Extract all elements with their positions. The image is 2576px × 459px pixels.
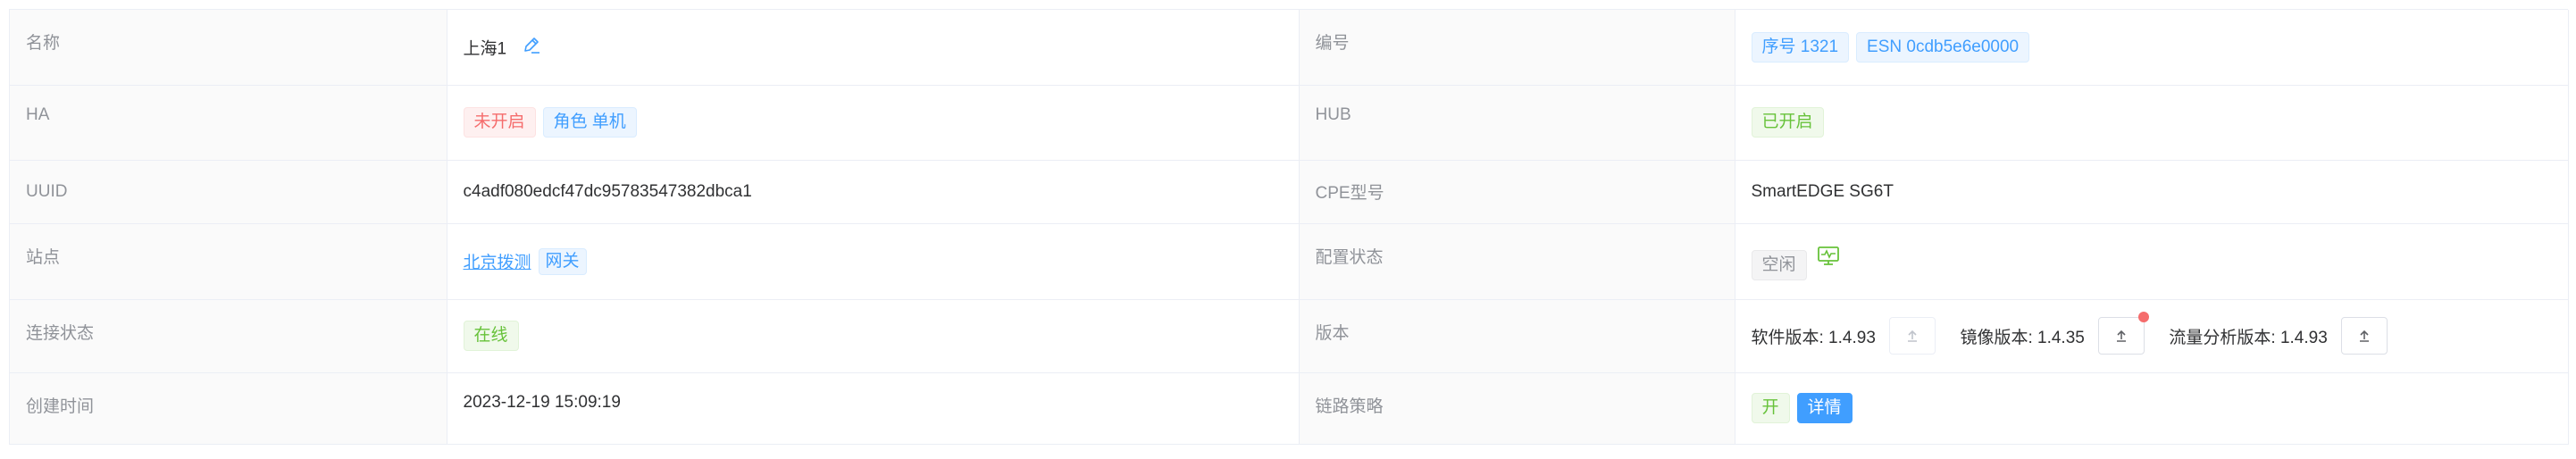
upload-arrow-icon (2117, 330, 2127, 342)
image-version: 镜像版本: 1.4.35 (1960, 328, 2085, 347)
value-version: 软件版本: 1.4.93 镜像版本: 1.4.35 流量分析版本: 1.4.93 (1735, 299, 2569, 373)
value-config-status: 空闲 (1735, 223, 2569, 300)
software-upgrade-button[interactable] (1889, 317, 1936, 355)
upload-arrow-icon (1908, 330, 1918, 342)
label-connection: 连接状态 (10, 299, 447, 373)
device-info-table: 名称 上海1 编号 序号 1321 ESN 0cdb5e6e0000 HA 未开启… (9, 9, 2569, 445)
device-name: 上海1 (463, 39, 507, 59)
value-name: 上海1 (447, 10, 1300, 86)
row-created: 创建时间 2023-12-19 15:09:19 链路策略 开详情 (10, 372, 2569, 445)
value-link-policy: 开详情 (1735, 372, 2569, 445)
software-version: 软件版本: 1.4.93 (1751, 328, 1876, 347)
row-site: 站点 北京拨测 网关 配置状态 空闲 (10, 223, 2569, 300)
ha-status-tag: 未开启 (463, 107, 536, 138)
link-policy-tag: 开 (1751, 393, 1790, 423)
details-button[interactable]: 详情 (1796, 393, 1853, 423)
label-uuid: UUID (10, 160, 447, 224)
value-ha: 未开启 角色 单机 (447, 85, 1300, 161)
site-link[interactable]: 北京拨测 (464, 254, 531, 272)
traffic-analysis-version: 流量分析版本: 1.4.93 (2169, 328, 2328, 347)
row-name: 名称 上海1 编号 序号 1321 ESN 0cdb5e6e0000 (10, 10, 2569, 86)
label-created-time: 创建时间 (10, 372, 447, 445)
label-ha: HA (10, 85, 447, 161)
label-serial: 编号 (1299, 10, 1735, 86)
row-ha: HA 未开启 角色 单机 HUB 已开启 (10, 85, 2569, 161)
esn-tag: ESN 0cdb5e6e0000 (1856, 31, 2030, 63)
label-config-status: 配置状态 (1299, 223, 1735, 300)
connection-status-tag: 在线 (463, 321, 519, 351)
label-link-policy: 链路策略 (1299, 372, 1735, 445)
site-type-tag: 网关 (538, 247, 587, 275)
notification-dot (2138, 312, 2150, 322)
value-hub: 已开启 (1735, 85, 2569, 161)
label-hub: HUB (1299, 85, 1735, 161)
label-name: 名称 (10, 10, 447, 86)
uuid-value: c4adf080edcf47dc95783547382dbca1 (447, 160, 1300, 224)
traffic-upgrade-button[interactable] (2341, 317, 2388, 355)
image-upgrade-button[interactable] (2098, 312, 2150, 355)
upload-arrow-icon (2360, 330, 2370, 342)
value-connection: 在线 (447, 299, 1300, 373)
label-cpe-model: CPE型号 (1299, 160, 1735, 224)
pencil-icon[interactable] (522, 35, 541, 60)
hub-status-tag: 已开启 (1751, 107, 1824, 138)
value-site: 北京拨测 网关 (447, 223, 1300, 300)
ha-role-tag: 角色 单机 (542, 107, 637, 138)
config-status-tag: 空闲 (1751, 249, 1807, 280)
value-serial: 序号 1321 ESN 0cdb5e6e0000 (1735, 10, 2569, 86)
row-uuid: UUID c4adf080edcf47dc95783547382dbca1 CP… (10, 160, 2569, 224)
created-time-value: 2023-12-19 15:09:19 (447, 372, 1300, 445)
label-version: 版本 (1299, 299, 1735, 373)
monitor-icon[interactable] (1817, 246, 1840, 272)
row-connection: 连接状态 在线 版本 软件版本: 1.4.93 镜像版本: 1.4.35 流量分… (10, 299, 2569, 373)
serial-number-tag: 序号 1321 (1751, 31, 1850, 63)
cpe-model-value: SmartEDGE SG6T (1735, 160, 2569, 224)
label-site: 站点 (10, 223, 447, 300)
